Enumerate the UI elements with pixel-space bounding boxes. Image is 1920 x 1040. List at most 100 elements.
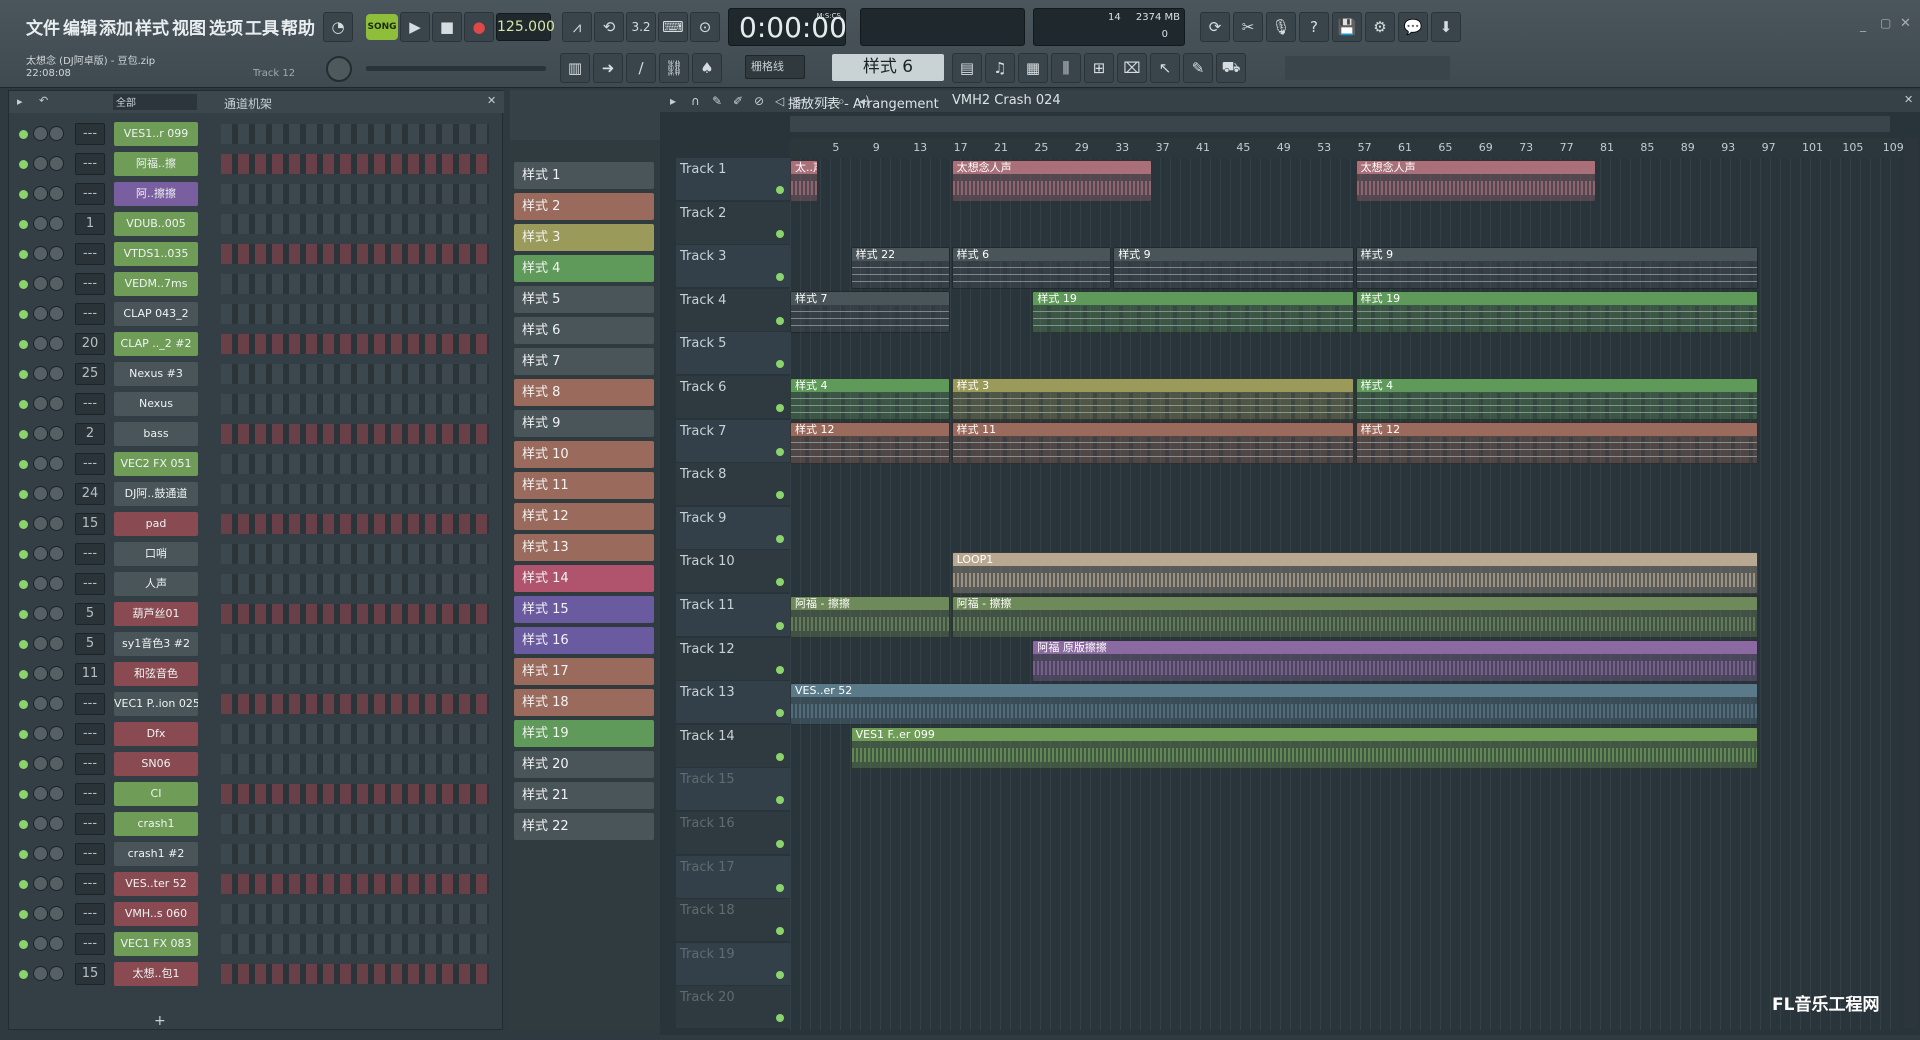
playlist-close-icon[interactable]: ✕ — [1904, 93, 1913, 106]
channel-row[interactable]: 5 葫芦丝01 — [9, 599, 504, 629]
piano-roll-icon[interactable]: ▥ — [560, 53, 590, 83]
channel-pan-knob[interactable] — [33, 666, 48, 681]
channel-led[interactable] — [19, 130, 28, 139]
pattern-item[interactable]: 样式 10 — [514, 441, 654, 468]
mixer-track-number[interactable]: --- — [75, 783, 105, 805]
channel-name-button[interactable]: VEC1 FX 083 — [114, 932, 198, 956]
channel-pan-knob[interactable] — [33, 306, 48, 321]
channel-name-button[interactable]: VTDS1..035 — [114, 242, 198, 266]
channel-row[interactable]: --- VES..ter 52 — [9, 869, 504, 899]
track-header[interactable]: Track 5 — [676, 332, 790, 375]
pattern-item[interactable]: 样式 20 — [514, 751, 654, 778]
channel-row[interactable]: --- VES1..r 099 — [9, 119, 504, 149]
speaker-icon[interactable]: ◂) — [859, 94, 870, 108]
track-header[interactable]: Track 2 — [676, 201, 790, 244]
add-channel-button[interactable]: + — [154, 1013, 166, 1029]
track-led[interactable] — [776, 796, 784, 805]
slip-icon[interactable]: ⇔ — [796, 94, 806, 108]
channel-led[interactable] — [19, 340, 28, 349]
playlist-clip[interactable]: 样式 19 — [1032, 290, 1354, 333]
mixer-track-number[interactable]: --- — [75, 693, 105, 715]
channel-led[interactable] — [19, 490, 28, 499]
channel-name-button[interactable]: Dfx — [114, 722, 198, 746]
rack-close-icon[interactable]: ✕ — [487, 94, 496, 107]
track-led[interactable] — [776, 1014, 784, 1023]
channel-pan-knob[interactable] — [33, 576, 48, 591]
channel-pan-knob[interactable] — [33, 366, 48, 381]
record-icon[interactable]: ● — [464, 12, 494, 42]
channel-pan-knob[interactable] — [33, 696, 48, 711]
erase-icon[interactable]: ⊘ — [754, 94, 764, 108]
bell-icon[interactable]: ♠ — [692, 53, 722, 83]
pattern-selector[interactable]: 样式 6 — [832, 54, 944, 81]
track-header[interactable]: Track 11 — [676, 594, 790, 636]
channel-name-button[interactable]: VES..ter 52 — [114, 872, 198, 896]
mixer-track-number[interactable]: --- — [75, 273, 105, 295]
pattern-item[interactable]: 样式 17 — [514, 658, 654, 685]
channel-volume-knob[interactable] — [49, 786, 64, 801]
playlist-clip[interactable]: 样式 22 — [850, 247, 950, 290]
channel-row[interactable]: 5 sy1音色3 #2 — [9, 629, 504, 659]
arrow-icon[interactable]: ➜ — [593, 53, 623, 83]
step-sequencer[interactable] — [221, 844, 489, 864]
link-icon[interactable]: ⛓ — [659, 53, 689, 83]
track-header[interactable]: Track 19 — [676, 942, 790, 985]
track-header[interactable]: Track 13 — [676, 681, 790, 724]
mixer-track-number[interactable]: --- — [75, 843, 105, 865]
playlist-clip[interactable]: 阿福 - 擦擦 — [790, 596, 950, 638]
track-led[interactable] — [776, 273, 784, 282]
menu-item-2[interactable]: 添加 — [99, 14, 133, 39]
channel-led[interactable] — [19, 550, 28, 559]
playlist-clip[interactable]: 样式 3 — [951, 378, 1354, 420]
channel-volume-knob[interactable] — [49, 756, 64, 771]
shop-icon[interactable]: ⛟ — [1216, 53, 1246, 83]
mixer-track-number[interactable]: --- — [75, 573, 105, 595]
save-icon[interactable]: 💾 — [1332, 12, 1362, 42]
master-pitch-slider[interactable] — [366, 66, 546, 71]
pattern-item[interactable]: 样式 18 — [514, 689, 654, 716]
playlist-clip[interactable]: 样式 4 — [790, 378, 950, 420]
track-header[interactable]: Track 9 — [676, 506, 790, 549]
channel-pan-knob[interactable] — [33, 966, 48, 981]
mixer-track-number[interactable]: --- — [75, 183, 105, 205]
channel-led[interactable] — [19, 700, 28, 709]
step-sequencer[interactable] — [221, 604, 489, 624]
step-sequencer[interactable] — [221, 244, 489, 264]
mixer-track-number[interactable]: 1 — [75, 213, 105, 235]
channel-volume-knob[interactable] — [49, 846, 64, 861]
channel-row[interactable]: --- Dfx — [9, 719, 504, 749]
refresh-icon[interactable]: ⟳ — [1200, 12, 1230, 42]
pick-icon[interactable]: ↖ — [1150, 53, 1180, 83]
timeline-ruler[interactable]: 5 9 13 17 21 25 29 33 37 41 45 49 53 57 61 65 69 73 77 81 85… — [790, 138, 1904, 158]
step-sequencer[interactable] — [221, 454, 489, 474]
channel-row[interactable]: 11 和弦音色 — [9, 659, 504, 689]
channel-name-button[interactable]: SN06 — [114, 752, 198, 776]
playlist-clip[interactable]: 样式 6 — [951, 247, 1112, 290]
pattern-item[interactable]: 样式 5 — [514, 286, 654, 313]
mixer-track-number[interactable]: --- — [75, 723, 105, 745]
channel-row[interactable]: 15 太想..包1 — [9, 959, 504, 989]
channel-pan-knob[interactable] — [33, 606, 48, 621]
song-mode-button[interactable]: SONG — [366, 14, 398, 40]
step-sequencer[interactable] — [221, 304, 489, 324]
channel-led[interactable] — [19, 880, 28, 889]
step-sequencer[interactable] — [221, 514, 489, 534]
mixer-track-number[interactable]: --- — [75, 903, 105, 925]
channel-led[interactable] — [19, 610, 28, 619]
channel-row[interactable]: --- VEC2 FX 051 — [9, 449, 504, 479]
channel-volume-knob[interactable] — [49, 876, 64, 891]
draw-icon[interactable]: ✎ — [712, 94, 722, 108]
channel-name-button[interactable]: 口哨 — [114, 542, 198, 566]
mixer-track-number[interactable]: 25 — [75, 363, 105, 385]
playlist-icon[interactable]: ▤ — [952, 53, 982, 83]
play-icon[interactable]: ▶ — [400, 12, 430, 42]
channel-volume-knob[interactable] — [49, 696, 64, 711]
menu-item-0[interactable]: 文件 — [26, 14, 60, 39]
channel-row[interactable]: --- 人声 — [9, 569, 504, 599]
channel-led[interactable] — [19, 280, 28, 289]
pattern-item[interactable]: 样式 4 — [514, 255, 654, 282]
channel-volume-knob[interactable] — [49, 666, 64, 681]
download-icon[interactable]: ⬇ — [1431, 12, 1461, 42]
channel-name-button[interactable]: CI — [114, 782, 198, 806]
channel-name-button[interactable]: 太想..包1 — [114, 962, 198, 986]
